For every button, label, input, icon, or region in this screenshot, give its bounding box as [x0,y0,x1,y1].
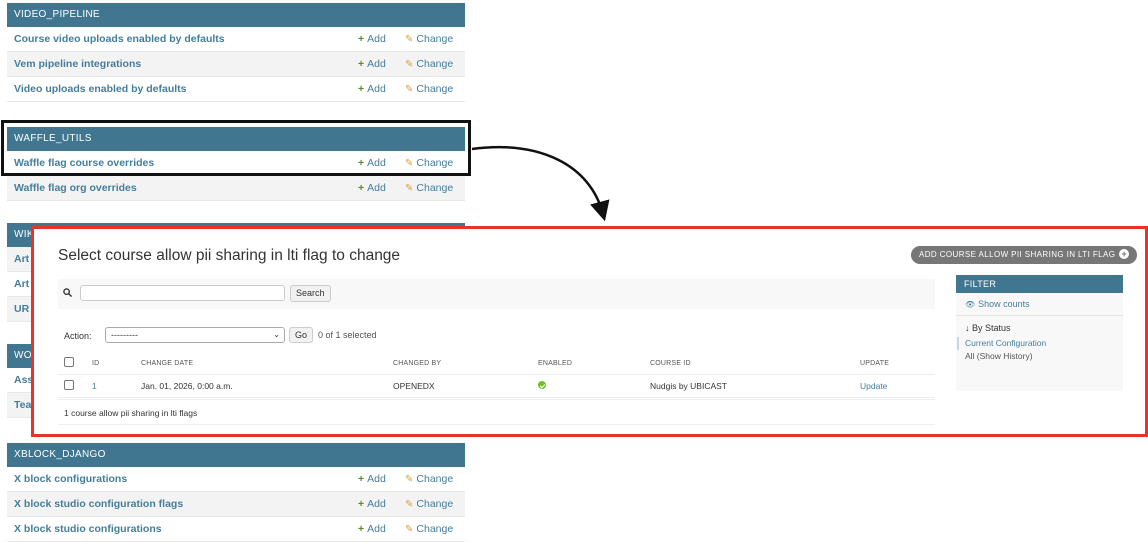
filter-by-status-toggle[interactable]: ↓ By Status [956,316,1123,337]
enabled-check-icon [538,381,546,389]
search-input[interactable] [80,285,285,301]
column-header[interactable]: ENABLED [537,352,649,375]
add-object-button[interactable]: ADD COURSE ALLOW PII SHARING IN LTI FLAG… [911,246,1138,264]
plus-icon: + [1119,249,1130,259]
search-toolbar: Search [58,279,935,309]
eye-icon: 👁 [965,300,976,309]
action-select[interactable]: --------- ⌄ [105,327,285,343]
selection-count: 0 of 1 selected [318,330,377,340]
page-title: Select course allow pii sharing in lti f… [58,247,401,264]
show-counts-link[interactable]: 👁 Show counts [956,293,1123,316]
change-date: Jan. 01, 2026, 0:00 a.m. [140,374,392,398]
filter-options: Current Configuration All (Show History) [956,337,1123,363]
filter-sidebar: FILTER 👁 Show counts ↓ By Status Current … [956,275,1123,391]
go-button[interactable]: Go [289,327,314,343]
zoom-panel: Select course allow pii sharing in lti f… [31,226,1148,437]
action-label: Action: [64,331,92,341]
column-header[interactable]: CHANGE DATE [140,352,392,375]
results-table: ID CHANGE DATE CHANGED BY ENABLED COURSE… [58,352,935,398]
filter-header: FILTER [956,275,1123,293]
table-header-row: ID CHANGE DATE CHANGED BY ENABLED COURSE… [58,352,935,375]
column-header[interactable]: CHANGED BY [392,352,537,375]
row-checkbox[interactable] [64,380,74,390]
column-header[interactable]: COURSE ID [649,352,859,375]
search-icon [63,288,72,297]
result-count: 1 course allow pii sharing in lti flags [58,399,935,425]
column-header[interactable]: UPDATE [859,352,935,375]
table-row: 1 Jan. 01, 2026, 0:00 a.m. OPENEDX Nudgi… [58,374,935,398]
chevron-down-icon: ⌄ [273,330,280,339]
actions-bar: Action: --------- ⌄ Go 0 of 1 selected [58,327,935,345]
update-link[interactable]: Update [860,381,887,391]
search-button[interactable]: Search [290,285,331,302]
column-header[interactable]: ID [91,352,140,375]
id-link[interactable]: 1 [92,381,97,391]
filter-option-all[interactable]: All (Show History) [965,350,1123,363]
changed-by: OPENEDX [392,374,537,398]
select-all-checkbox[interactable] [64,357,74,367]
filter-option-current[interactable]: Current Configuration [957,337,1123,350]
course-id: Nudgis by UBICAST [649,374,859,398]
